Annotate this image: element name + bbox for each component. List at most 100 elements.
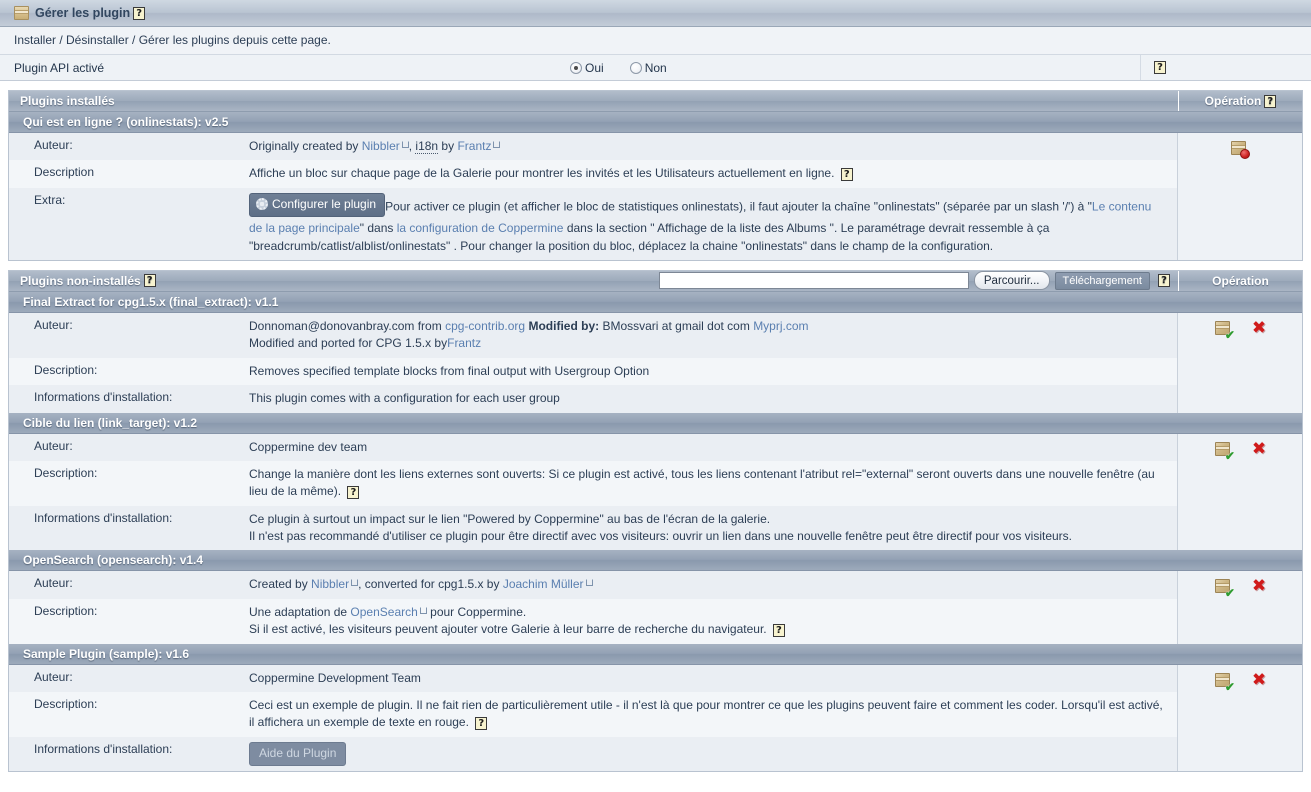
detail-key: Description: bbox=[34, 603, 98, 618]
plugin-detail-row: Informations d'installation: Ce plugin à … bbox=[9, 505, 1177, 551]
check-badge-icon: ✔ bbox=[1224, 327, 1235, 342]
inline-help-icon[interactable]: ? bbox=[772, 623, 785, 637]
radio-option-non[interactable]: Non bbox=[629, 61, 667, 75]
upload-controls: Parcourir... Téléchargement ? bbox=[658, 271, 1178, 291]
content-link[interactable]: Nibbler bbox=[362, 139, 409, 153]
plugin-detail-row: Description: Une adaptation de OpenSearch… bbox=[9, 598, 1177, 644]
plugin-entry: Sample Plugin (sample): v1.6 Auteur: Coppe… bbox=[9, 643, 1302, 772]
detail-key: Auteur: bbox=[34, 438, 73, 453]
plugin-operations: ✔ ✖ bbox=[1178, 664, 1302, 772]
content-link[interactable]: Nibbler bbox=[311, 577, 359, 591]
noninstalled-plugins-list: Final Extract for cpg1.5.x (final_extrac… bbox=[9, 291, 1302, 772]
plugin-detail-row: Auteur: Donnoman@donovanbray.com from cpg… bbox=[9, 312, 1177, 358]
check-badge-icon: ✔ bbox=[1224, 679, 1235, 694]
content-link[interactable]: Joachim Müller bbox=[503, 577, 593, 591]
plugin-header: OpenSearch (opensearch): v1.4 bbox=[9, 550, 1302, 572]
installed-operation-header: Opération ? bbox=[1178, 91, 1302, 111]
plugin-entry: Cible du lien (link_target): v1.2 Auteur:… bbox=[9, 412, 1302, 551]
plugin-api-label: Plugin API activé bbox=[14, 60, 105, 75]
upload-button[interactable]: Téléchargement bbox=[1054, 271, 1150, 290]
plugin-detail-row: Description: Removes specified template b… bbox=[9, 357, 1177, 386]
title-help-icon[interactable]: ? bbox=[133, 6, 146, 20]
plugin-help-button[interactable]: Aide du Plugin bbox=[249, 741, 347, 767]
noninstalled-panel-title-area: Plugins non-installés ? Parcourir... Tél… bbox=[9, 271, 1178, 291]
browse-button[interactable]: Parcourir... bbox=[973, 271, 1050, 291]
noninstalled-panel-title: Plugins non-installés bbox=[20, 273, 141, 288]
radio-option-oui[interactable]: Oui bbox=[570, 61, 604, 75]
plugin-detail-row: Extra: Configurer le plugin Pour activer c… bbox=[9, 187, 1177, 260]
plugin-api-options: Oui Non bbox=[570, 61, 1140, 75]
upload-help-icon[interactable]: ? bbox=[1158, 274, 1170, 288]
external-link-icon bbox=[419, 606, 427, 614]
plugin-details: Auteur: Originally created by Nibbler, i1… bbox=[9, 133, 1178, 260]
configure-plugin-button[interactable]: Configurer le plugin bbox=[249, 192, 386, 218]
plugin-entry: Qui est en ligne ? (onlinestats): v2.5 Au… bbox=[9, 112, 1302, 260]
external-link-icon bbox=[493, 141, 501, 148]
plugin-header: Sample Plugin (sample): v1.6 bbox=[9, 643, 1302, 665]
detail-key: Informations d'installation: bbox=[34, 741, 173, 756]
content-link[interactable]: Myprj.com bbox=[753, 319, 808, 333]
inline-help-icon[interactable]: ? bbox=[475, 716, 488, 730]
plugin-split: Auteur: Donnoman@donovanbray.com from cpg… bbox=[9, 312, 1302, 413]
plugin-file-input[interactable] bbox=[658, 272, 969, 290]
plugin-entry: OpenSearch (opensearch): v1.4 Auteur: Crea… bbox=[9, 550, 1302, 644]
check-badge-icon: ✔ bbox=[1224, 586, 1235, 601]
configure-plugin-label: Configurer le plugin bbox=[272, 196, 377, 211]
plugin-api-help-icon[interactable]: ? bbox=[1154, 61, 1166, 74]
content-link[interactable]: Frantz bbox=[447, 336, 481, 350]
radio-oui-icon[interactable] bbox=[570, 61, 582, 74]
plugin-operations: ✔ ✖ bbox=[1178, 571, 1302, 644]
installed-plugins-panel: Plugins installés Opération ? Qui est en… bbox=[8, 90, 1303, 261]
content-link[interactable]: Le contenu de la page principale bbox=[249, 199, 1151, 235]
plugin-operations: ✔ ✖ bbox=[1178, 433, 1302, 551]
detail-key: Description bbox=[34, 165, 95, 180]
plugin-split: Auteur: Created by Nibbler, converted for… bbox=[9, 571, 1302, 644]
detail-value: Coppermine dev team bbox=[249, 439, 368, 454]
delete-icon[interactable]: ✖ bbox=[1252, 578, 1266, 595]
radio-non-icon[interactable] bbox=[629, 61, 642, 74]
detail-value: Aide du Plugin bbox=[249, 737, 1177, 771]
plugin-split: Auteur: Originally created by Nibbler, i1… bbox=[9, 133, 1302, 260]
detail-value: Une adaptation de OpenSearch pour Copper… bbox=[249, 599, 1177, 644]
noninstalled-title-help-icon[interactable]: ? bbox=[143, 274, 156, 288]
plugin-entry: Final Extract for cpg1.5.x (final_extrac… bbox=[9, 291, 1302, 413]
detail-key: Description: bbox=[34, 465, 98, 480]
content-link[interactable]: la configuration de Coppermine bbox=[397, 221, 564, 235]
inline-help-icon[interactable]: ? bbox=[840, 167, 853, 181]
plugin-detail-row: Description: Change la manière dont les l… bbox=[9, 460, 1177, 506]
install-icon[interactable]: ✔ bbox=[1214, 320, 1235, 342]
radio-oui-label: Oui bbox=[585, 60, 604, 75]
plugin-details: Auteur: Donnoman@donovanbray.com from cpg… bbox=[9, 312, 1178, 413]
box-icon bbox=[14, 6, 29, 20]
inline-help-icon[interactable]: ? bbox=[347, 485, 360, 499]
stop-badge-icon bbox=[1240, 149, 1250, 159]
install-icon[interactable]: ✔ bbox=[1214, 578, 1235, 601]
plugin-detail-row: Auteur: Originally created by Nibbler, i1… bbox=[9, 133, 1177, 161]
spacer-2 bbox=[0, 260, 1311, 270]
delete-icon[interactable]: ✖ bbox=[1252, 319, 1266, 337]
detail-key: Auteur: bbox=[34, 669, 73, 684]
uninstall-icon[interactable] bbox=[1230, 140, 1250, 159]
content-link[interactable]: OpenSearch bbox=[350, 605, 427, 619]
emphasis-text: Modified by: bbox=[528, 318, 600, 333]
install-icon[interactable]: ✔ bbox=[1214, 441, 1235, 462]
install-icon[interactable]: ✔ bbox=[1214, 672, 1235, 694]
delete-icon[interactable]: ✖ bbox=[1252, 671, 1266, 689]
content-link[interactable]: Frantz bbox=[457, 139, 501, 153]
noninstalled-operation-header: Opération bbox=[1178, 270, 1302, 291]
detail-value: Configurer le plugin Pour activer ce plug… bbox=[249, 188, 1177, 260]
plugin-detail-row: Informations d'installation: Aide du Plug… bbox=[9, 736, 1177, 772]
delete-icon[interactable]: ✖ bbox=[1252, 440, 1266, 458]
plugin-api-row: Plugin API activé Oui Non ? bbox=[0, 55, 1311, 81]
external-link-icon bbox=[351, 579, 359, 587]
plugin-detail-row: Informations d'installation: This plugin … bbox=[9, 385, 1177, 413]
plugin-details: Auteur: Created by Nibbler, converted for… bbox=[9, 571, 1178, 644]
spacer-1 bbox=[0, 81, 1311, 90]
content-link[interactable]: cpg-contrib.org bbox=[445, 319, 525, 333]
installed-operation-help-icon[interactable]: ? bbox=[1264, 94, 1277, 108]
noninstalled-plugins-panel: Plugins non-installés ? Parcourir... Tél… bbox=[8, 269, 1303, 773]
plugin-detail-row: Auteur: Created by Nibbler, converted for… bbox=[9, 571, 1177, 599]
detail-key: Auteur: bbox=[34, 317, 73, 332]
external-link-icon bbox=[401, 141, 409, 148]
detail-value: This plugin comes with a configuration f… bbox=[249, 391, 560, 406]
